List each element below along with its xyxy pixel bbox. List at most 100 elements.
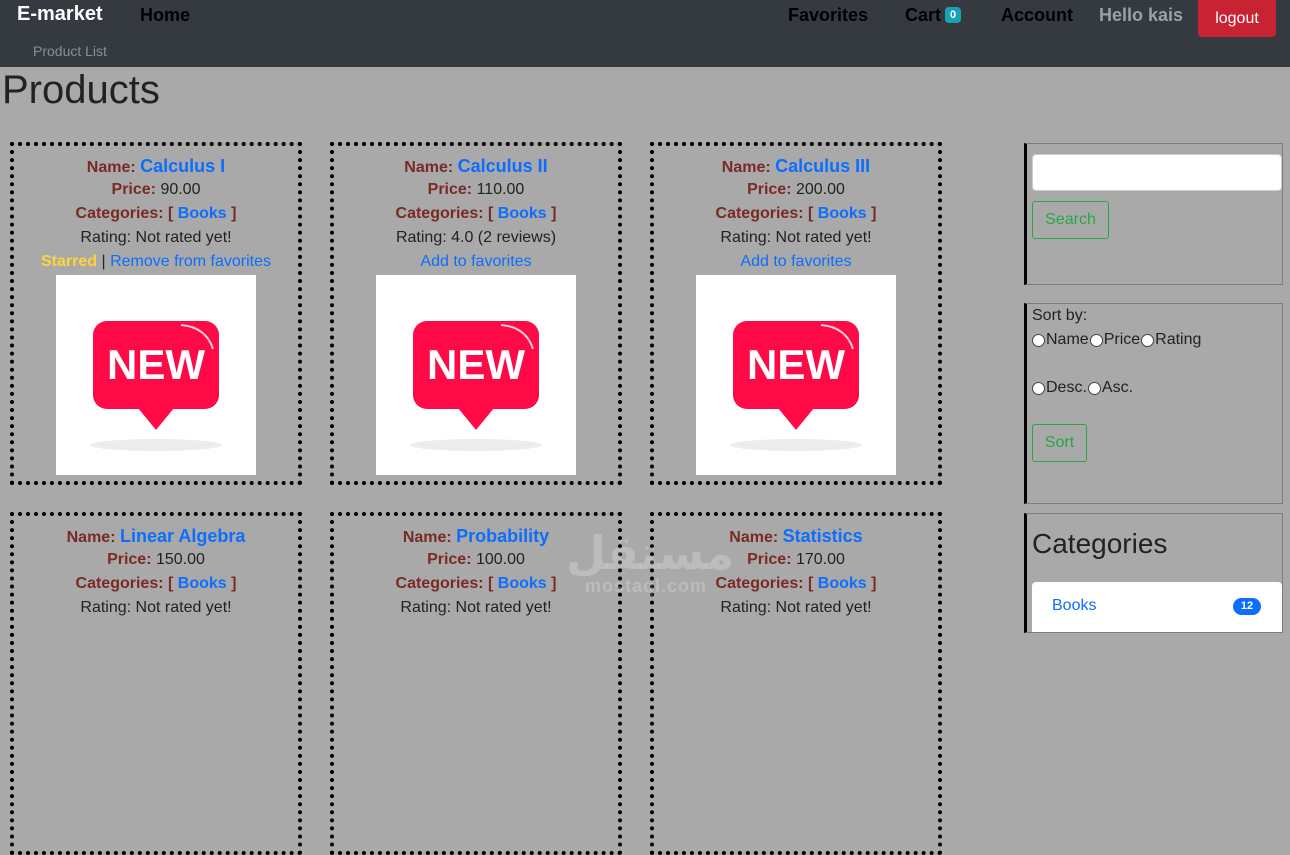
bracket-open: [: [488, 575, 494, 592]
name-label: Name:: [721, 159, 771, 176]
category-item-books[interactable]: Books 12: [1032, 582, 1282, 632]
navbar: E-market Home Favorites Cart 0 Account He…: [0, 0, 1290, 67]
price-label: Price:: [427, 551, 472, 568]
add-favorite-link[interactable]: Add to favorites: [740, 253, 851, 270]
product-name-link[interactable]: Linear Algebra: [120, 526, 245, 546]
product-price: 200.00: [795, 181, 845, 198]
sort-desc-label: Desc.: [1046, 379, 1087, 396]
name-label: Name:: [729, 529, 779, 546]
name-label: Name:: [66, 529, 116, 546]
sort-by-label: Sort by:: [1032, 307, 1088, 324]
new-badge-text: NEW: [427, 341, 525, 388]
product-card: Name: Calculus II Price: 110.00 Categori…: [330, 142, 622, 485]
categories-label: Categories:: [715, 575, 804, 592]
sort-panel: Sort by: Name Price Rating Desc. Asc. So…: [1024, 303, 1283, 504]
price-label: Price:: [747, 551, 792, 568]
product-card: Name: Linear Algebra Price: 150.00 Categ…: [10, 512, 302, 855]
product-price: 100.00: [475, 551, 525, 568]
logout-button[interactable]: logout: [1198, 0, 1276, 37]
new-badge-text: NEW: [107, 341, 205, 388]
nav-home-link[interactable]: Home: [140, 5, 190, 26]
categories-panel: Categories Books 12: [1024, 513, 1283, 633]
search-panel: Search: [1024, 143, 1283, 285]
search-button[interactable]: Search: [1032, 201, 1109, 239]
cart-count-badge: 0: [945, 7, 962, 24]
category-link[interactable]: Books: [818, 575, 867, 592]
bracket-close: ]: [871, 575, 877, 592]
new-badge-image[interactable]: NEW: [696, 275, 896, 475]
sort-price-label: Price: [1103, 331, 1141, 348]
sort-desc-radio[interactable]: [1032, 381, 1045, 395]
category-item-label: Books: [1052, 597, 1097, 614]
bracket-open: [: [488, 205, 494, 222]
sort-field-group: Name Price Rating: [1031, 331, 1201, 349]
product-name-link[interactable]: Calculus III: [775, 156, 870, 176]
categories-label: Categories:: [75, 205, 164, 222]
category-link[interactable]: Books: [178, 575, 227, 592]
product-name-link[interactable]: Statistics: [783, 526, 863, 546]
sort-rating-label: Rating: [1155, 331, 1202, 348]
categories-label: Categories:: [395, 205, 484, 222]
sort-button[interactable]: Sort: [1032, 424, 1087, 462]
product-card: Name: Probability Price: 100.00 Categori…: [330, 512, 622, 855]
brand-link[interactable]: E-market: [17, 3, 103, 26]
product-price: 170.00: [795, 551, 845, 568]
product-card: Name: Calculus I Price: 90.00 Categories…: [10, 142, 302, 485]
product-price: 90.00: [160, 181, 201, 198]
name-label: Name:: [404, 159, 454, 176]
product-price: 110.00: [476, 181, 525, 198]
add-favorite-link[interactable]: Add to favorites: [420, 253, 531, 270]
search-input[interactable]: [1032, 154, 1282, 191]
price-label: Price:: [747, 181, 792, 198]
name-label: Name:: [86, 159, 136, 176]
sort-name-radio[interactable]: [1032, 333, 1045, 347]
sort-order-group: Desc. Asc.: [1031, 379, 1133, 397]
product-rating: Rating: 4.0 (2 reviews): [395, 229, 557, 246]
new-badge-image[interactable]: NEW: [56, 275, 256, 475]
product-name-link[interactable]: Calculus I: [140, 156, 225, 176]
remove-favorite-link[interactable]: Remove from favorites: [110, 253, 271, 270]
product-rating: Rating: Not rated yet!: [720, 229, 872, 246]
categories-title: Categories: [1032, 528, 1168, 559]
bracket-open: [: [168, 575, 174, 592]
product-rating: Rating: Not rated yet!: [400, 599, 552, 616]
nav-cart-label: Cart: [905, 5, 942, 25]
product-name-link[interactable]: Calculus II: [458, 156, 548, 176]
bracket-close: ]: [551, 205, 557, 222]
name-label: Name:: [402, 529, 452, 546]
sort-rating-radio[interactable]: [1141, 333, 1155, 347]
sort-asc-radio[interactable]: [1087, 381, 1101, 395]
product-name-link[interactable]: Probability: [456, 526, 549, 546]
bracket-open: [: [808, 205, 814, 222]
sort-asc-label: Asc.: [1101, 379, 1134, 396]
new-badge-image[interactable]: NEW: [376, 275, 576, 475]
category-link[interactable]: Books: [818, 205, 867, 222]
nav-favorites-link[interactable]: Favorites: [788, 5, 868, 26]
starred-label: Starred: [40, 253, 98, 270]
product-rating: Rating: Not rated yet!: [80, 229, 232, 246]
new-badge-text: NEW: [747, 341, 845, 388]
categories-label: Categories:: [395, 575, 484, 592]
category-link[interactable]: Books: [498, 205, 547, 222]
sort-price-radio[interactable]: [1089, 333, 1103, 347]
category-link[interactable]: Books: [178, 205, 227, 222]
categories-label: Categories:: [75, 575, 164, 592]
bracket-close: ]: [871, 205, 877, 222]
product-rating: Rating: Not rated yet!: [720, 599, 872, 616]
category-link[interactable]: Books: [498, 575, 547, 592]
bracket-open: [: [808, 575, 814, 592]
user-greeting: Hello kais: [1099, 5, 1184, 25]
price-label: Price:: [107, 551, 152, 568]
price-label: Price:: [427, 181, 473, 198]
product-rating: Rating: Not rated yet!: [80, 599, 232, 616]
product-card: Name: Calculus III Price: 200.00 Categor…: [650, 142, 942, 485]
bracket-close: ]: [231, 205, 237, 222]
page-title: Products: [2, 68, 160, 112]
bracket-close: ]: [551, 575, 557, 592]
bracket-open: [: [168, 205, 174, 222]
product-card: Name: Statistics Price: 170.00 Categorie…: [650, 512, 942, 855]
nav-account-link[interactable]: Account: [1001, 5, 1073, 26]
nav-cart-link[interactable]: Cart 0: [905, 5, 962, 26]
product-list-link[interactable]: Product List: [33, 43, 107, 59]
separator: |: [101, 253, 106, 270]
